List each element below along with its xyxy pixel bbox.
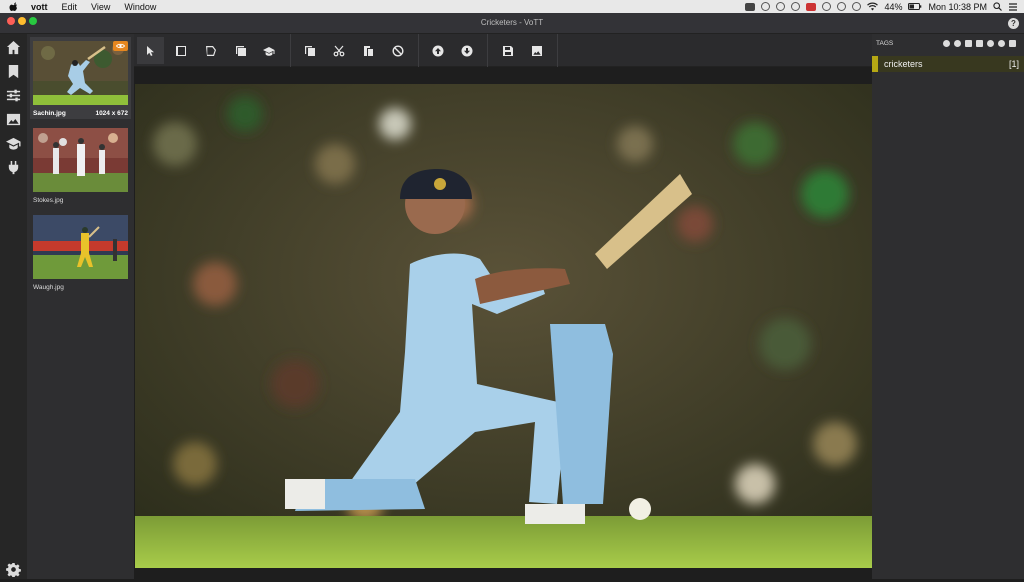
plug-icon[interactable] (6, 160, 21, 175)
thumbnail-caption: Waugh.jpg (33, 284, 128, 291)
window-title: Cricketers - VoTT (480, 18, 544, 27)
tag-hotkey: [1] (1008, 59, 1019, 69)
battery-percent[interactable]: 44% (884, 2, 902, 12)
previous-asset-icon (432, 45, 443, 56)
menubar-status-area: 44% Mon 10:38 PM (745, 0, 1018, 13)
active-learning-icon (262, 46, 274, 56)
status-app-icon[interactable] (745, 2, 756, 11)
toolbar-separator (418, 34, 419, 67)
edit-tag-icon[interactable] (976, 40, 983, 47)
notification-center-icon[interactable] (1008, 2, 1018, 11)
status-sync-icon[interactable] (822, 2, 832, 11)
menu-view[interactable]: View (91, 2, 110, 12)
bookmark-icon[interactable] (6, 64, 21, 79)
move-tag-up-icon[interactable] (987, 40, 994, 47)
help-icon[interactable]: ? (1008, 18, 1019, 29)
search-tags-icon[interactable] (954, 40, 961, 47)
toolbar-separator (487, 34, 488, 67)
clear-regions-button[interactable] (384, 37, 411, 64)
active-learning-button[interactable] (255, 37, 282, 64)
status-circle-icon[interactable] (761, 2, 771, 11)
copy-rectangle-icon (235, 45, 246, 56)
delete-tag-icon[interactable] (1009, 40, 1016, 47)
export-project-button[interactable] (523, 37, 550, 64)
apple-icon[interactable] (9, 2, 19, 12)
status-clock-icon[interactable] (837, 2, 847, 11)
cut-icon (333, 45, 344, 56)
rectangle-tool-button[interactable] (167, 37, 194, 64)
home-icon[interactable] (6, 40, 21, 55)
menubar-app-name[interactable]: vott (31, 2, 48, 12)
next-asset-button[interactable] (453, 37, 480, 64)
tags-panel: TAGS cricketers [1] (872, 34, 1024, 579)
thumbnail-filename: Stokes.jpg (33, 197, 64, 204)
thumbnail-dimensions: 1024 x 672 (95, 110, 128, 117)
asset-image[interactable] (135, 84, 872, 568)
gear-icon[interactable] (6, 562, 21, 578)
menu-window[interactable]: Window (124, 2, 156, 12)
macos-menubar: vott Edit View Window 44% Mon 10:38 PM (0, 0, 1024, 13)
wifi-icon[interactable] (867, 2, 879, 11)
copy-icon (304, 45, 315, 56)
save-project-button[interactable] (494, 37, 521, 64)
thumbnail-caption: Sachin.jpg 1024 x 672 (33, 110, 128, 117)
polygon-icon (205, 45, 216, 56)
menu-edit[interactable]: Edit (62, 2, 78, 12)
tag-item[interactable]: cricketers [1] (872, 56, 1024, 72)
select-tool-button[interactable] (137, 37, 164, 64)
thumbnail-image-waugh (33, 215, 128, 279)
graduation-cap-icon[interactable] (6, 136, 21, 151)
toolbar-separator (290, 34, 291, 67)
editor-toolbar (134, 34, 872, 67)
asset-thumbnail-stokes[interactable]: Stokes.jpg (30, 124, 131, 206)
clear-icon (391, 44, 404, 57)
menubar-clock[interactable]: Mon 10:38 PM (928, 2, 987, 12)
move-tag-down-icon[interactable] (998, 40, 1005, 47)
asset-thumbnails-panel: Sachin.jpg 1024 x 672 Stokes.jpg Waugh.j… (27, 34, 134, 579)
status-shield-icon[interactable] (806, 2, 817, 11)
window-titlebar: Cricketers - VoTT (0, 13, 1024, 34)
visited-eye-icon (113, 41, 128, 51)
export-icon (531, 45, 542, 56)
paste-regions-button[interactable] (354, 37, 381, 64)
thumbnail-filename: Waugh.jpg (33, 284, 64, 291)
lock-tag-icon[interactable] (965, 40, 972, 47)
sliders-icon[interactable] (6, 88, 21, 103)
thumbnail-filename: Sachin.jpg (33, 110, 66, 117)
copy-regions-button[interactable] (296, 37, 323, 64)
asset-thumbnail-waugh[interactable]: Waugh.jpg (30, 211, 131, 293)
save-icon (502, 45, 513, 56)
thumbnail-image-stokes (33, 128, 128, 192)
image-icon[interactable] (6, 112, 21, 127)
polygon-tool-button[interactable] (197, 37, 224, 64)
previous-asset-button[interactable] (424, 37, 451, 64)
spotlight-search-icon[interactable] (993, 2, 1002, 11)
editor-canvas[interactable] (134, 67, 872, 579)
copy-rectangle-tool-button[interactable] (227, 37, 254, 64)
pointer-icon (146, 45, 154, 56)
status-cast-icon[interactable] (791, 2, 801, 11)
paste-icon (363, 45, 373, 56)
toolbar-separator (557, 34, 558, 67)
cut-regions-button[interactable] (325, 37, 352, 64)
bluetooth-icon[interactable] (852, 2, 862, 11)
tag-toolbar (943, 40, 1016, 47)
next-asset-icon (461, 45, 472, 56)
thumbnail-caption: Stokes.jpg (33, 197, 128, 204)
rectangle-icon (175, 45, 186, 56)
tag-color-swatch[interactable] (872, 56, 878, 72)
status-cloud-icon[interactable] (776, 2, 786, 11)
add-tag-icon[interactable] (943, 40, 950, 47)
tag-name: cricketers (884, 59, 923, 69)
asset-thumbnail-sachin[interactable]: Sachin.jpg 1024 x 672 (30, 37, 131, 119)
left-navigation (0, 34, 27, 579)
tags-panel-title: TAGS (876, 40, 894, 47)
battery-icon[interactable] (908, 3, 922, 10)
